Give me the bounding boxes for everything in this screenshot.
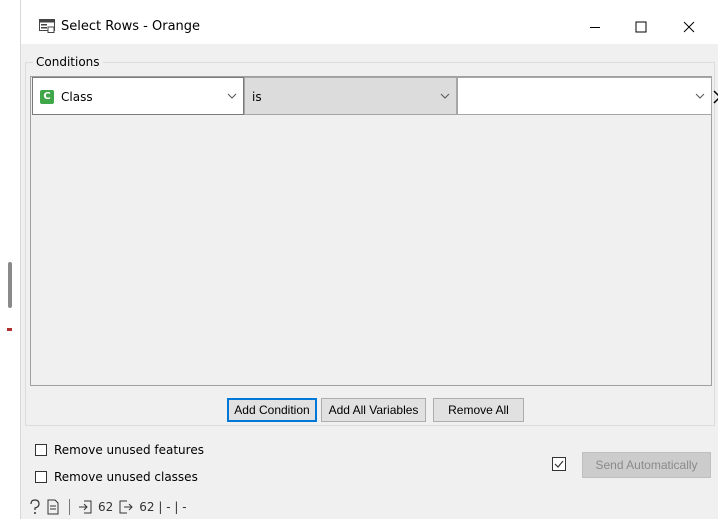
output-data-icon (119, 500, 133, 514)
add-all-variables-button[interactable]: Add All Variables (321, 398, 426, 422)
chevron-down-icon (440, 93, 450, 99)
send-automatically-checkbox[interactable] (552, 457, 566, 471)
categorical-variable-icon: C (40, 90, 54, 104)
attribute-combo[interactable]: C Class (32, 77, 244, 115)
remove-condition-chevron-icon[interactable] (713, 90, 718, 104)
remove-unused-classes-label: Remove unused classes (54, 470, 198, 484)
remove-unused-classes-checkbox[interactable] (35, 471, 47, 483)
remove-unused-features-option[interactable]: Remove unused features (35, 443, 204, 457)
close-icon (683, 21, 695, 33)
maximize-button[interactable] (618, 10, 664, 44)
remove-unused-classes-option[interactable]: Remove unused classes (35, 470, 198, 484)
conditions-group-label: Conditions (33, 55, 103, 69)
select-rows-window: Select Rows - Orange Conditions C Class … (20, 0, 718, 519)
close-button[interactable] (666, 10, 712, 44)
background-link-mark (7, 328, 12, 331)
help-icon[interactable] (29, 499, 41, 515)
minimize-button[interactable] (572, 10, 618, 44)
add-condition-button[interactable]: Add Condition (227, 398, 317, 422)
minimize-icon (590, 27, 600, 28)
output-summary: 62 | - | - (139, 500, 187, 514)
operator-combo[interactable]: is (244, 77, 457, 115)
report-icon[interactable] (47, 499, 59, 515)
title-bar[interactable]: Select Rows - Orange (21, 0, 718, 44)
operator-combo-value: is (252, 90, 262, 104)
value-combo[interactable] (457, 77, 712, 115)
status-bar: 62 62 | - | - (29, 497, 193, 517)
window-title: Select Rows - Orange (61, 19, 201, 34)
remove-unused-features-checkbox[interactable] (35, 444, 47, 456)
remove-all-button[interactable]: Remove All (433, 398, 524, 422)
background-widget-edge (8, 262, 12, 308)
maximize-icon (635, 21, 647, 33)
input-data-icon (79, 500, 92, 514)
status-separator (69, 499, 70, 515)
chevron-down-icon (695, 93, 705, 99)
send-automatically-button[interactable]: Send Automatically (582, 452, 711, 478)
conditions-list[interactable]: C Class is (30, 76, 712, 386)
background-canvas (0, 0, 20, 519)
window-app-icon (39, 19, 55, 33)
attribute-combo-value: Class (61, 90, 93, 104)
chevron-down-icon (227, 93, 237, 99)
input-count: 62 (98, 500, 114, 514)
remove-unused-features-label: Remove unused features (54, 443, 204, 457)
